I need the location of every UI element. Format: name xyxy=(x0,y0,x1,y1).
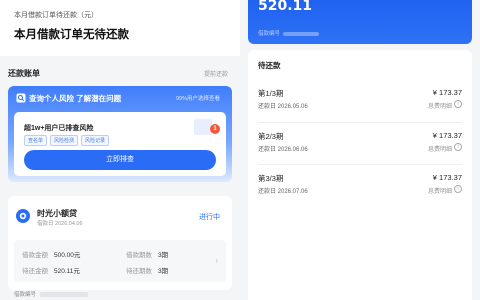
period-amount: ¥ 173.37 xyxy=(432,88,462,97)
pending-periods-label: 待还期数 xyxy=(126,268,152,275)
loan-details: 借款金额 500.00元 借款期数 3期 待还金额 520.11元 待还期数 3… xyxy=(14,240,226,282)
pending-amount-value: 520.11元 xyxy=(54,268,80,275)
period-date: 还款日 2026.06.06 xyxy=(258,147,308,153)
check-now-button[interactable]: 立即排查 xyxy=(24,150,216,170)
risk-header: 查询个人风险 了解潜在问题 xyxy=(29,94,122,103)
fee-detail-link[interactable]: 息费明细 xyxy=(428,186,452,195)
contract-number-label: 借款编号 xyxy=(14,292,37,298)
pending-periods-value: 3期 xyxy=(158,268,169,275)
period-amount: ¥ 173.37 xyxy=(432,131,462,140)
pending-amount-label: 待还金额 xyxy=(22,268,48,275)
info-icon[interactable]: i xyxy=(454,100,462,108)
amount-value: 520.11 xyxy=(258,0,313,14)
amount-card: 520.11 借款编号 xyxy=(248,0,472,44)
risk-tag: 查名单 xyxy=(24,135,48,146)
repayment-title: 待还款 xyxy=(258,61,281,70)
early-repay-link[interactable]: 提前还款 xyxy=(204,69,228,78)
loan-card[interactable]: 时光小额贷 借款日 2026.04.06 进行中 借款金额 500.00元 借款… xyxy=(8,196,232,290)
monthly-summary-value: 本月借款订单无待还款 xyxy=(14,29,129,41)
repayment-panel: 520.11 借款编号 待还款 第1/3期 还款日 2026.05.06 ¥ 1… xyxy=(240,0,480,300)
list-item: 第1/3期 还款日 2026.05.06 ¥ 173.37 息费明细 i xyxy=(258,80,462,118)
loan-status: 进行中 xyxy=(199,214,220,221)
info-icon[interactable]: i xyxy=(454,143,462,151)
monthly-summary: 本月借款订单待还款（元） 本月借款订单无待还款 xyxy=(0,0,240,56)
monthly-summary-label: 本月借款订单待还款（元） xyxy=(14,12,98,19)
repayment-list: 待还款 第1/3期 还款日 2026.05.06 ¥ 173.37 息费明细 i… xyxy=(248,50,472,300)
list-item: 第2/3期 还款日 2026.06.06 ¥ 173.37 息费明细 i xyxy=(258,122,462,160)
borrow-amount-label: 借款金额 xyxy=(22,252,48,259)
fee-detail-link[interactable]: 息费明细 xyxy=(428,144,452,153)
loan-name: 时光小额贷 xyxy=(37,209,77,218)
bill-panel: 本月借款订单待还款（元） 本月借款订单无待还款 还款账单 提前还款 查询个人风险… xyxy=(0,0,240,300)
brand-logo-icon xyxy=(16,209,30,223)
masked-value xyxy=(40,292,89,298)
contract-number: 借款编号 xyxy=(258,29,320,37)
borrow-amount-value: 500.00元 xyxy=(54,252,81,259)
list-item: 第3/3期 还款日 2026.07.06 ¥ 173.37 息费明细 i xyxy=(258,164,462,202)
risk-inner-title: 超1w+用户已排查风险 xyxy=(24,125,94,132)
borrow-periods-value: 3期 xyxy=(158,252,169,259)
chevron-right-icon[interactable]: › xyxy=(215,256,218,265)
risk-header-note: 99%用户选择查看 xyxy=(175,96,220,102)
period-name: 第1/3期 xyxy=(258,89,284,98)
fee-detail-link[interactable]: 息费明细 xyxy=(428,101,452,110)
risk-tag: 风险检测 xyxy=(50,135,79,146)
risk-check-card: 查询个人风险 了解潜在问题 99%用户选择查看 超1w+用户已排查风险 查名单 … xyxy=(8,86,232,182)
borrow-periods-label: 借款期数 xyxy=(126,252,152,259)
section-header: 还款账单 提前还款 xyxy=(0,64,240,82)
risk-inner-panel: 超1w+用户已排查风险 查名单 风险检测 风险记录 1 立即排查 xyxy=(14,112,226,176)
period-name: 第2/3期 xyxy=(258,132,284,141)
contract-number-label: 借款编号 xyxy=(258,31,281,37)
info-icon[interactable]: i xyxy=(454,185,462,193)
risk-tags: 查名单 风险检测 风险记录 xyxy=(24,135,110,146)
loan-date: 借款日 2026.04.06 xyxy=(37,221,83,227)
section-title: 还款账单 xyxy=(8,69,40,78)
alert-badge: 1 xyxy=(210,124,220,134)
period-name: 第3/3期 xyxy=(258,174,284,183)
risk-tag: 风险记录 xyxy=(81,135,110,146)
period-date: 还款日 2026.07.06 xyxy=(258,189,308,195)
period-amount: ¥ 173.37 xyxy=(432,173,462,182)
shield-icon xyxy=(16,93,26,103)
contract-number: 借款编号 xyxy=(14,290,89,298)
period-date: 还款日 2026.05.06 xyxy=(258,104,308,110)
masked-value xyxy=(283,31,320,36)
